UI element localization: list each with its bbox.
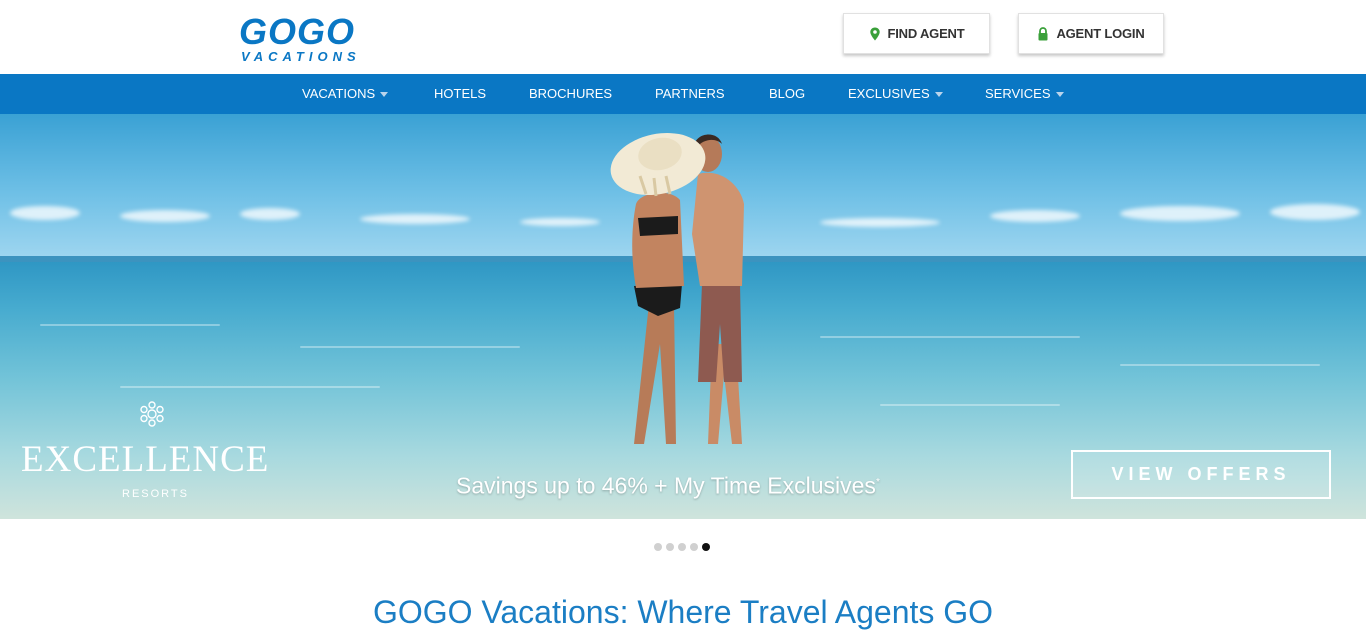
cloud bbox=[120, 210, 210, 222]
promo-footnote-mark: * bbox=[875, 477, 880, 488]
nav-label: BROCHURES bbox=[529, 86, 613, 101]
nav-item-partners[interactable]: PARTNERS bbox=[655, 74, 725, 114]
nav-item-hotels[interactable]: HOTELS bbox=[434, 74, 486, 114]
ripple bbox=[820, 336, 1080, 338]
excellence-resorts-brand-name: EXCELLENCE bbox=[21, 439, 270, 480]
ripple bbox=[300, 346, 520, 348]
agent-login-button[interactable]: AGENT LOGIN bbox=[1018, 13, 1164, 54]
cloud bbox=[10, 206, 80, 220]
caret-down-icon bbox=[1055, 92, 1064, 97]
main-nav: VACATIONS HOTELS BROCHURES PARTNERS BLOG… bbox=[0, 74, 1366, 114]
cloud bbox=[1120, 206, 1240, 221]
nav-label: BLOG bbox=[769, 86, 806, 101]
logo-main-text: GOGO bbox=[239, 11, 356, 52]
cloud bbox=[990, 210, 1080, 222]
map-pin-icon bbox=[869, 27, 880, 40]
nav-label: VACATIONS bbox=[302, 86, 376, 101]
ripple bbox=[40, 324, 220, 326]
carousel-dot[interactable] bbox=[690, 543, 698, 551]
logo-sub-text: VACATIONS bbox=[241, 49, 361, 64]
carousel-dot[interactable] bbox=[678, 543, 686, 551]
ripple bbox=[120, 386, 380, 388]
cloud bbox=[520, 218, 600, 226]
cloud bbox=[820, 218, 940, 227]
agent-login-label: AGENT LOGIN bbox=[1056, 26, 1145, 41]
caret-down-icon bbox=[380, 92, 389, 97]
nav-label: EXCLUSIVES bbox=[848, 86, 930, 101]
site-header: GOGO VACATIONS FIND AGENT AGENT LOGIN bbox=[0, 0, 1366, 74]
page-heading: GOGO Vacations: Where Travel Agents GO bbox=[372, 594, 994, 630]
snowflake-emblem-icon bbox=[140, 401, 164, 427]
ripple bbox=[1120, 364, 1320, 366]
nav-item-exclusives[interactable]: EXCLUSIVES bbox=[848, 74, 943, 114]
nav-item-vacations[interactable]: VACATIONS bbox=[302, 74, 389, 114]
hero-promo-text: Savings up to 46% + My Time Exclusives* bbox=[456, 468, 880, 501]
excellence-resorts-brand-sub: RESORTS bbox=[122, 488, 189, 500]
find-agent-label: FIND AGENT bbox=[887, 26, 965, 41]
nav-item-brochures[interactable]: BROCHURES bbox=[529, 74, 612, 114]
couple-photo bbox=[610, 133, 744, 444]
find-agent-button[interactable]: FIND AGENT bbox=[843, 13, 990, 54]
nav-item-blog[interactable]: BLOG bbox=[769, 74, 805, 114]
cloud bbox=[240, 208, 300, 220]
lock-icon bbox=[1038, 26, 1048, 40]
carousel-dot[interactable] bbox=[654, 543, 662, 551]
carousel-dots bbox=[654, 543, 710, 551]
nav-label: HOTELS bbox=[434, 86, 487, 101]
promo-text: Savings up to 46% + My Time Exclusives bbox=[456, 472, 876, 499]
cloud bbox=[1270, 204, 1360, 220]
nav-label: PARTNERS bbox=[655, 86, 725, 101]
nav-item-services[interactable]: SERVICES bbox=[985, 74, 1064, 114]
cloud bbox=[360, 214, 470, 224]
ripple bbox=[880, 404, 1060, 406]
hero-banner[interactable]: EXCELLENCE RESORTS Savings up to 46% + M… bbox=[0, 114, 1366, 519]
carousel-dot-active[interactable] bbox=[702, 543, 710, 551]
gogo-vacations-logo[interactable]: GOGO VACATIONS bbox=[239, 14, 389, 66]
caret-down-icon bbox=[934, 92, 943, 97]
nav-label: SERVICES bbox=[985, 86, 1051, 101]
view-offers-button[interactable]: VIEW OFFERS bbox=[1071, 450, 1331, 499]
carousel-dot[interactable] bbox=[666, 543, 674, 551]
